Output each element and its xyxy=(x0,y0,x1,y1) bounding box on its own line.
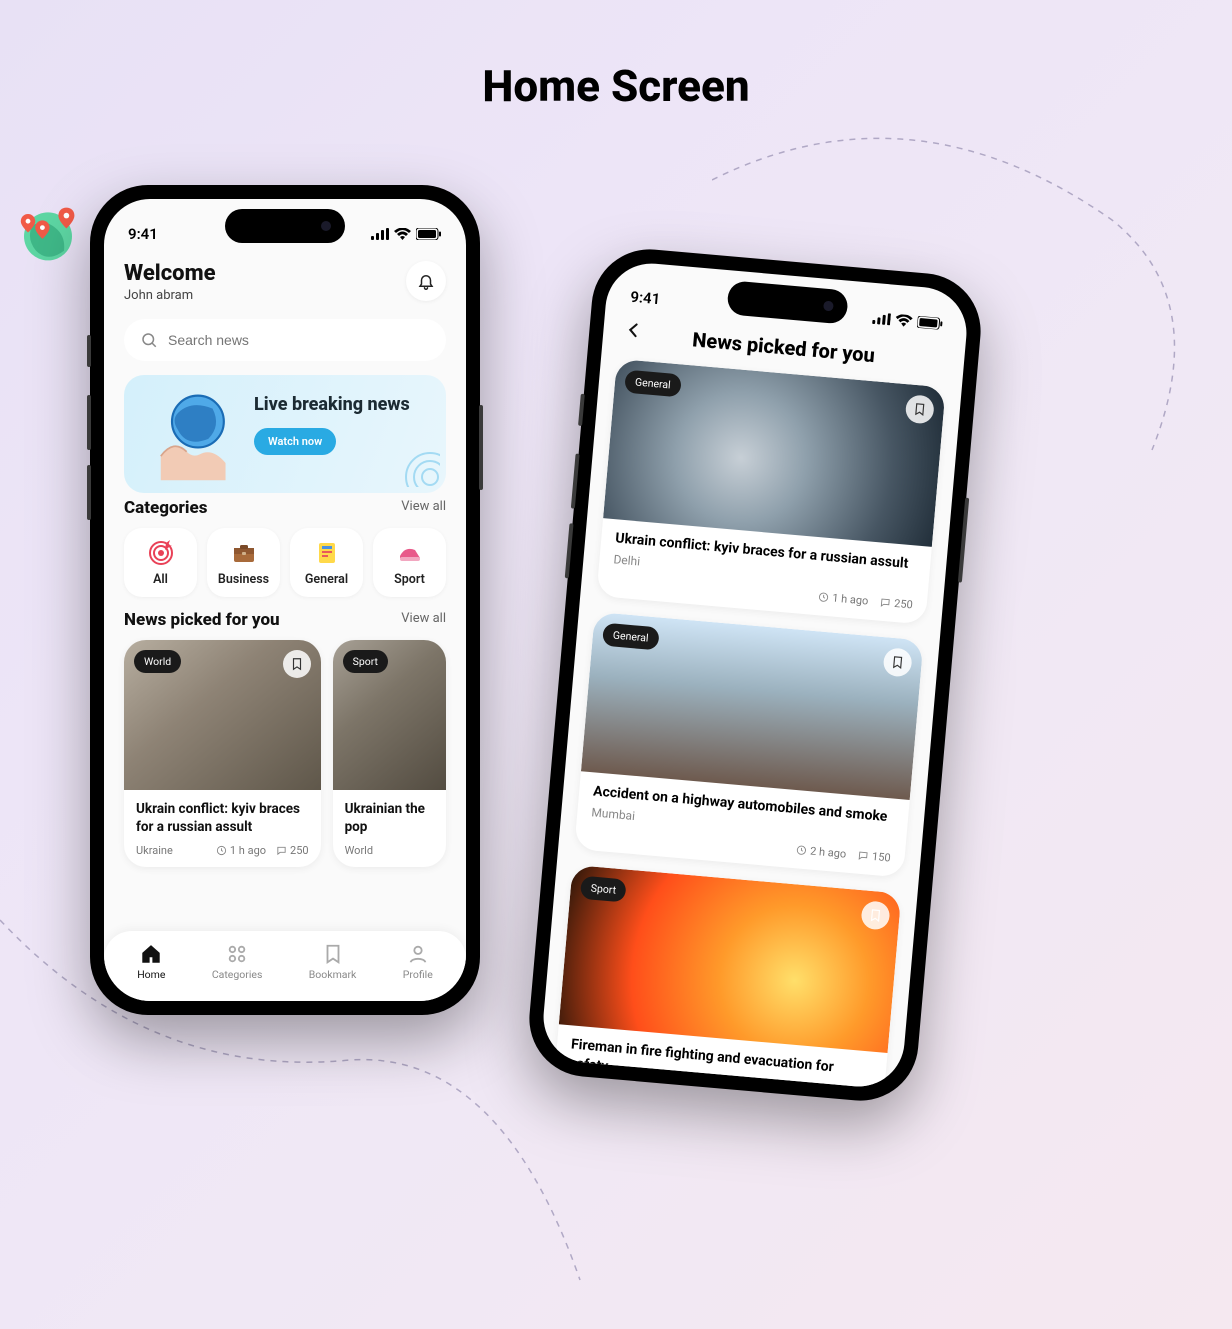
search-icon xyxy=(140,331,158,349)
wifi-icon xyxy=(895,314,913,327)
home-phone-mock: 9:41 Welcome John abram xyxy=(90,185,480,1015)
picked-title: News picked for you xyxy=(124,610,446,630)
nav-profile[interactable]: Profile xyxy=(403,943,433,981)
bookmark-button[interactable] xyxy=(283,650,311,678)
card-tag: General xyxy=(624,370,682,398)
comment-icon xyxy=(858,849,870,861)
category-sport[interactable]: Sport xyxy=(373,528,446,597)
welcome-username: John abram xyxy=(124,288,216,303)
welcome-title: Welcome xyxy=(124,261,216,286)
category-label: All xyxy=(153,572,168,587)
card-time: 2 h ago xyxy=(810,844,847,860)
bell-icon xyxy=(417,272,435,290)
banner-cta-button[interactable]: Watch now xyxy=(254,428,336,455)
shoe-icon xyxy=(397,540,423,566)
page-title: Home Screen xyxy=(482,60,749,112)
card-comments: 150 xyxy=(872,850,892,865)
wifi-icon xyxy=(394,228,411,240)
newspaper-icon xyxy=(314,540,340,566)
bookmark-icon xyxy=(290,657,304,671)
briefcase-icon xyxy=(231,540,257,566)
comment-icon xyxy=(276,845,287,856)
clock-icon xyxy=(216,845,227,856)
home-icon xyxy=(140,943,162,965)
news-list-card[interactable]: Sport Fireman in fire fighting and evacu… xyxy=(550,865,901,1091)
card-time: 1 h ago xyxy=(832,591,869,607)
categories-title: Categories xyxy=(124,498,446,518)
status-time: 9:41 xyxy=(128,225,158,243)
news-list-card[interactable]: General Ukrain conflict: kyiv braces for… xyxy=(596,359,945,625)
nav-label: Profile xyxy=(403,968,433,981)
card-image: General xyxy=(603,359,946,547)
card-tag: General xyxy=(602,623,660,651)
notch xyxy=(225,209,345,243)
search-field[interactable] xyxy=(168,332,430,348)
cellular-icon xyxy=(872,312,891,326)
clock-icon xyxy=(818,591,830,603)
back-button[interactable] xyxy=(622,319,644,345)
nav-label: Home xyxy=(137,968,165,981)
card-tag: Sport xyxy=(580,875,627,902)
wave-icon xyxy=(390,437,440,487)
profile-icon xyxy=(407,943,429,965)
bookmark-icon xyxy=(322,943,344,965)
target-icon xyxy=(148,540,174,566)
battery-icon xyxy=(917,316,944,330)
globe-hands-icon xyxy=(136,387,246,482)
status-time: 9:41 xyxy=(630,288,661,309)
card-title: Ukrainian the pop xyxy=(345,800,434,836)
nav-label: Categories xyxy=(212,968,263,981)
news-card[interactable]: Sport Ukrainian the pop World xyxy=(333,640,446,867)
cellular-icon xyxy=(371,228,389,240)
battery-icon xyxy=(416,228,442,240)
live-news-banner[interactable]: Live breaking news Watch now xyxy=(124,375,446,493)
card-image: General xyxy=(581,612,924,800)
category-all[interactable]: All xyxy=(124,528,197,597)
chevron-left-icon xyxy=(623,319,645,341)
card-image: Sport xyxy=(333,640,446,790)
category-label: Sport xyxy=(394,572,425,587)
bookmark-button[interactable] xyxy=(882,647,912,677)
card-title: Ukrain conflict: kyiv braces for a russi… xyxy=(136,800,309,836)
card-image: World xyxy=(124,640,321,790)
grid-icon xyxy=(226,943,248,965)
nav-categories[interactable]: Categories xyxy=(212,943,263,981)
card-time: 1 h ago xyxy=(230,844,266,857)
nav-label: Bookmark xyxy=(309,968,357,981)
nav-home[interactable]: Home xyxy=(137,943,165,981)
card-tag: Sport xyxy=(343,650,388,673)
clock-icon xyxy=(796,844,808,856)
news-list-card[interactable]: General Accident on a highway automobile… xyxy=(574,612,923,878)
categories-view-all-link[interactable]: View all xyxy=(401,499,446,514)
category-business[interactable]: Business xyxy=(207,528,280,597)
bookmark-icon xyxy=(890,655,905,670)
picked-view-all-link[interactable]: View all xyxy=(401,611,446,626)
notifications-button[interactable] xyxy=(406,261,446,301)
card-comments: 250 xyxy=(290,844,309,857)
bookmark-button[interactable] xyxy=(905,394,935,424)
card-tag: World xyxy=(134,650,181,673)
search-input[interactable] xyxy=(124,319,446,361)
card-location: World xyxy=(345,844,373,857)
bookmark-icon xyxy=(912,402,927,417)
comment-icon xyxy=(880,597,892,609)
category-label: General xyxy=(305,572,348,587)
bookmark-icon xyxy=(868,908,883,923)
banner-title: Live breaking news xyxy=(254,393,426,416)
globe-pins-icon xyxy=(12,190,92,270)
card-location: Ukraine xyxy=(136,844,173,857)
bookmark-button[interactable] xyxy=(860,900,890,930)
detail-phone-mock: 9:41 News picked for you General Ukrain … xyxy=(525,245,986,1106)
nav-bookmark[interactable]: Bookmark xyxy=(309,943,357,981)
category-label: Business xyxy=(218,572,269,587)
card-image: Sport xyxy=(559,865,902,1053)
bottom-nav: Home Categories Bookmark Profile xyxy=(104,931,466,1001)
card-comments: 250 xyxy=(894,597,914,612)
category-general[interactable]: General xyxy=(290,528,363,597)
news-card[interactable]: World Ukrain conflict: kyiv braces for a… xyxy=(124,640,321,867)
